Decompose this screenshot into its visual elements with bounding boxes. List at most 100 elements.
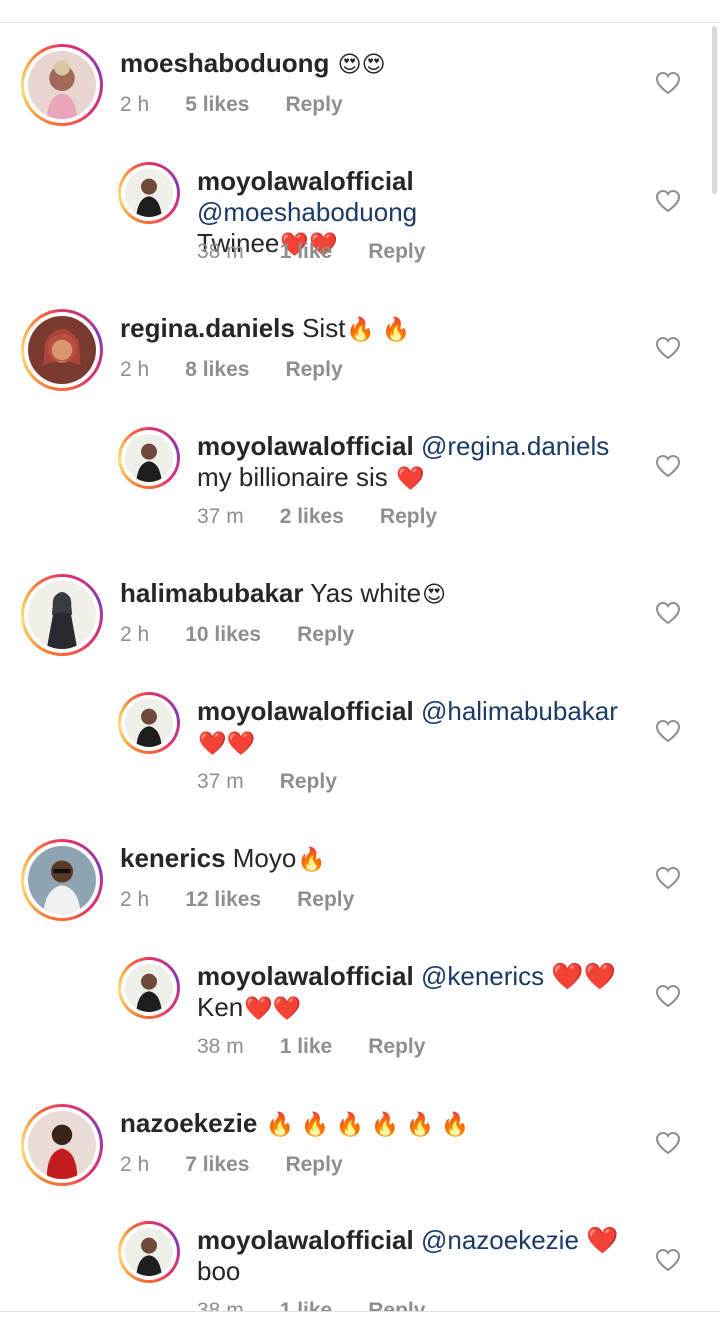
likes-count[interactable]: 1 like	[280, 240, 333, 264]
username-link[interactable]: regina.daniels	[120, 313, 295, 343]
comment-time: 2 h	[120, 623, 150, 646]
comment-meta: 2 h 10 likes Reply	[120, 623, 354, 647]
comment-text: moeshaboduong 😍😍	[120, 48, 640, 80]
comment-meta: 2 h 5 likes Reply	[120, 93, 343, 117]
likes-count[interactable]: 12 likes	[185, 888, 261, 912]
comment-time: 2 h	[120, 93, 150, 116]
like-heart-icon[interactable]	[655, 719, 681, 743]
bottom-divider	[0, 1311, 720, 1312]
story-avatar[interactable]	[118, 957, 180, 1019]
comment-text: moyolawalofficial @nazoekezie ❤️ boo	[197, 1225, 637, 1287]
like-heart-icon[interactable]	[655, 1248, 681, 1272]
username-link[interactable]: moyolawalofficial	[197, 431, 414, 461]
comment-meta: 37 m 2 likes Reply	[197, 505, 437, 529]
likes-count[interactable]: 2 likes	[280, 505, 344, 529]
like-heart-icon[interactable]	[655, 189, 681, 213]
comment-meta: 38 m 1 like Reply	[197, 240, 425, 264]
reply-button[interactable]: Reply	[368, 240, 425, 264]
comment-meta: 38 m 1 like Reply	[197, 1299, 425, 1311]
username-link[interactable]: moyolawalofficial	[197, 166, 414, 196]
comment-time: 38 m	[197, 240, 244, 263]
comment-body: Moyo	[232, 843, 297, 873]
comment-emoji: 🔥	[297, 846, 326, 872]
username-link[interactable]: moyolawalofficial	[197, 1225, 414, 1255]
like-heart-icon[interactable]	[655, 71, 681, 95]
comment-meta: 2 h 7 likes Reply	[120, 1153, 343, 1177]
comment-meta: 37 m Reply	[197, 770, 337, 794]
comment-emoji: ❤️	[395, 465, 425, 491]
reply-button[interactable]: Reply	[285, 358, 342, 382]
scrollbar[interactable]	[712, 26, 717, 194]
like-heart-icon[interactable]	[655, 1131, 681, 1155]
avatar-image	[28, 316, 96, 384]
reply-button[interactable]: Reply	[297, 623, 354, 647]
username-link[interactable]: moyolawalofficial	[197, 961, 414, 991]
reply-button[interactable]: Reply	[285, 1153, 342, 1177]
mention-link[interactable]: @kenerics	[421, 961, 544, 991]
comment-time: 37 m	[197, 770, 244, 793]
avatar-image	[125, 964, 173, 1012]
likes-count[interactable]: 1 like	[280, 1035, 333, 1059]
comment-body: Sist	[302, 313, 346, 343]
reply-button[interactable]: Reply	[368, 1299, 425, 1311]
reply-button[interactable]: Reply	[280, 770, 337, 794]
comment-time: 2 h	[120, 1153, 150, 1176]
reply-item: moyolawalofficial @nazoekezie ❤️ boo 38 …	[0, 1221, 720, 1311]
username-link[interactable]: kenerics	[120, 843, 226, 873]
mention-link[interactable]: @regina.daniels	[421, 431, 609, 461]
likes-count[interactable]: 10 likes	[185, 623, 261, 647]
mention-link[interactable]: @nazoekezie	[421, 1225, 579, 1255]
reply-button[interactable]: Reply	[368, 1035, 425, 1059]
like-heart-icon[interactable]	[655, 984, 681, 1008]
avatar-image	[28, 846, 96, 914]
likes-count[interactable]: 8 likes	[185, 358, 249, 382]
avatar-image	[125, 169, 173, 217]
reply-button[interactable]: Reply	[380, 505, 437, 529]
avatar-image	[28, 581, 96, 649]
comment-meta: 38 m 1 like Reply	[197, 1035, 425, 1059]
story-avatar[interactable]	[118, 162, 180, 224]
likes-count[interactable]: 5 likes	[185, 93, 249, 117]
likes-count[interactable]: 7 likes	[185, 1153, 249, 1177]
comment-time: 38 m	[197, 1299, 244, 1311]
like-heart-icon[interactable]	[655, 601, 681, 625]
avatar-image	[125, 1228, 173, 1276]
reply-button[interactable]: Reply	[297, 888, 354, 912]
likes-count[interactable]: 1 like	[280, 1299, 333, 1311]
comment-time: 37 m	[197, 505, 244, 528]
story-avatar[interactable]	[118, 1221, 180, 1283]
comment-text: moyolawalofficial @halimabubakar ❤️❤️	[197, 696, 637, 759]
comment-body: Yas white	[310, 578, 422, 608]
username-link[interactable]: nazoekezie	[120, 1108, 257, 1138]
reply-button[interactable]: Reply	[285, 93, 342, 117]
username-link[interactable]: moeshaboduong	[120, 48, 329, 78]
comment-text: halimabubakar Yas white😍	[120, 578, 640, 610]
avatar-image	[28, 1111, 96, 1179]
username-link[interactable]: moyolawalofficial	[197, 696, 414, 726]
story-avatar[interactable]	[21, 1104, 103, 1186]
comment-time: 2 h	[120, 358, 150, 381]
username-link[interactable]: halimabubakar	[120, 578, 304, 608]
comment-time: 2 h	[120, 888, 150, 911]
comment-body: my billionaire sis	[197, 462, 388, 492]
like-heart-icon[interactable]	[655, 866, 681, 890]
story-avatar[interactable]	[118, 427, 180, 489]
story-avatar[interactable]	[118, 692, 180, 754]
comment-meta: 2 h 12 likes Reply	[120, 888, 354, 912]
story-avatar[interactable]	[21, 574, 103, 656]
comment-text: kenerics Moyo🔥	[120, 843, 640, 875]
mention-link[interactable]: @moeshaboduong	[197, 197, 417, 227]
story-avatar[interactable]	[21, 839, 103, 921]
comment-time: 38 m	[197, 1035, 244, 1058]
comment-emoji: 😍😍	[337, 51, 386, 77]
mention-link[interactable]: @halimabubakar	[421, 696, 618, 726]
story-avatar[interactable]	[21, 309, 103, 391]
comment-emoji: 🔥 🔥	[346, 316, 411, 342]
story-avatar[interactable]	[21, 44, 103, 126]
avatar-image	[28, 51, 96, 119]
like-heart-icon[interactable]	[655, 454, 681, 478]
comment-text: moyolawalofficial @kenerics ❤️❤️ Ken❤️❤️	[197, 961, 637, 1024]
like-heart-icon[interactable]	[655, 336, 681, 360]
comment-text: nazoekezie 🔥 🔥 🔥 🔥 🔥 🔥	[120, 1108, 640, 1140]
comment-meta: 2 h 8 likes Reply	[120, 358, 343, 382]
